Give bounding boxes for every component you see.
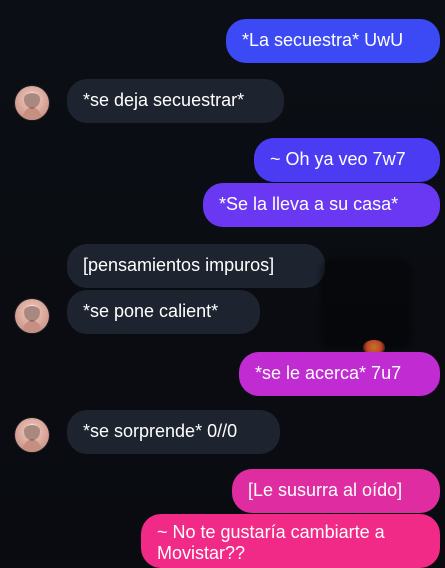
message-incoming-1[interactable]: *se deja secuestrar*	[67, 79, 284, 123]
message-outgoing-5[interactable]: [Le susurra al oído]	[232, 469, 440, 513]
message-text: ~ Oh ya veo 7w7	[270, 149, 406, 169]
message-outgoing-6[interactable]: ~ No te gustaría cambiarte a Movistar??	[141, 514, 440, 568]
message-text: *se le acerca* 7u7	[255, 363, 402, 383]
avatar-icon[interactable]	[15, 299, 49, 333]
message-incoming-3[interactable]: *se pone calient*	[67, 290, 260, 334]
chat-screen: *La secuestra* UwU *se deja secuestrar* …	[0, 0, 445, 568]
message-incoming-2[interactable]: [pensamientos impuros]	[67, 244, 325, 288]
message-text: *La secuestra* UwU	[242, 30, 404, 50]
message-text: [Le susurra al oído]	[248, 480, 403, 500]
message-outgoing-1[interactable]: *La secuestra* UwU	[226, 19, 440, 63]
message-text: *se sorprende* 0//0	[83, 421, 238, 441]
message-outgoing-2[interactable]: ~ Oh ya veo 7w7	[254, 138, 440, 182]
message-text: [pensamientos impuros]	[83, 255, 275, 275]
screenshot-smudge	[320, 258, 412, 350]
avatar-icon[interactable]	[15, 418, 49, 452]
message-outgoing-3[interactable]: *Se la lleva a su casa*	[203, 183, 440, 227]
message-text: *se pone calient*	[83, 301, 219, 321]
message-text: *se deja secuestrar*	[83, 90, 245, 110]
message-text: ~ No te gustaría cambiarte a Movistar??	[157, 522, 385, 563]
message-incoming-4[interactable]: *se sorprende* 0//0	[67, 410, 280, 454]
message-outgoing-4[interactable]: *se le acerca* 7u7	[239, 352, 440, 396]
avatar-icon[interactable]	[15, 86, 49, 120]
message-text: *Se la lleva a su casa*	[219, 194, 399, 214]
